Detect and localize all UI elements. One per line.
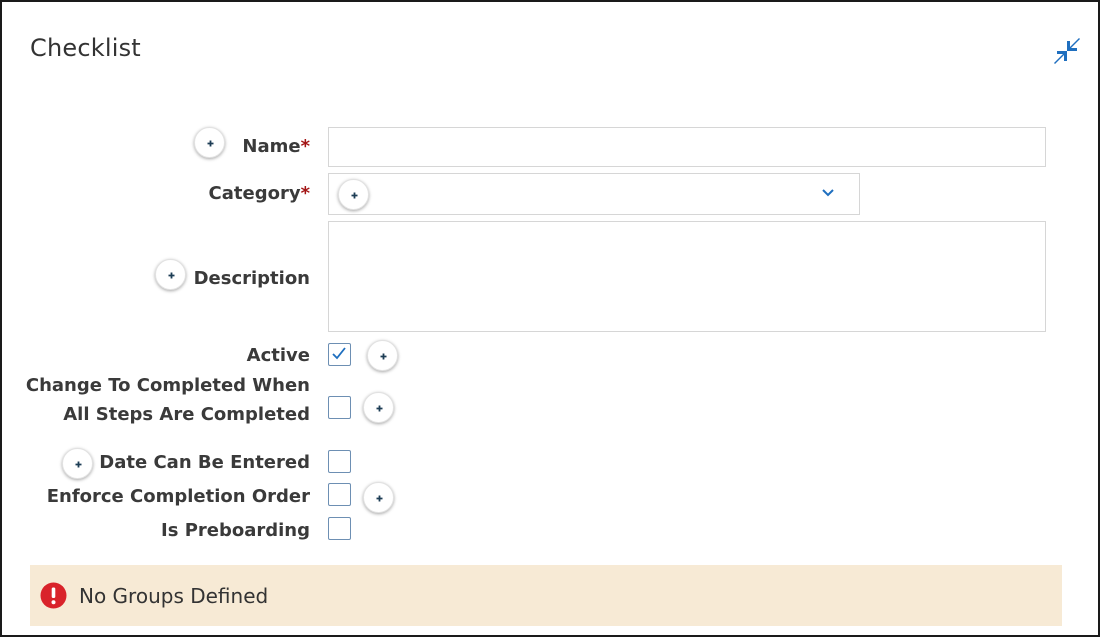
no-groups-notice: No Groups Defined [30,565,1062,626]
active-checkbox[interactable] [328,343,351,366]
active-add-button[interactable] [367,340,398,371]
enforce-completion-order-checkbox[interactable] [328,483,351,506]
name-label: Name* [242,136,310,157]
date-can-be-entered-add-button[interactable] [62,448,93,479]
active-label: Active [246,345,310,366]
page-title: Checklist [30,34,141,62]
notice-text: No Groups Defined [79,584,269,608]
change-to-completed-label-line2: All Steps Are Completed [63,404,310,425]
name-input[interactable] [328,127,1046,167]
date-can-be-entered-label: Date Can Be Entered [99,452,310,473]
enforce-completion-order-label: Enforce Completion Order [46,486,310,507]
description-textarea[interactable] [328,221,1046,332]
collapse-arrows-icon[interactable] [1052,36,1082,66]
description-add-button[interactable] [155,259,186,290]
change-to-completed-checkbox[interactable] [328,396,351,419]
description-label: Description [193,268,310,289]
chevron-down-icon [822,189,834,197]
category-add-button[interactable] [338,179,369,210]
enforce-completion-order-add-button[interactable] [363,482,394,513]
change-to-completed-add-button[interactable] [363,392,394,423]
category-select[interactable] [328,173,860,215]
category-label: Category* [208,183,310,204]
date-can-be-entered-checkbox[interactable] [328,450,351,473]
is-preboarding-label: Is Preboarding [161,520,310,541]
is-preboarding-checkbox[interactable] [328,517,351,540]
error-exclamation-icon [40,582,67,609]
checklist-panel: Checklist Name* Category* Description Ac… [0,0,1100,637]
checkmark-icon [332,347,346,360]
change-to-completed-label-line1: Change To Completed When [25,375,310,396]
name-add-button[interactable] [194,127,225,158]
